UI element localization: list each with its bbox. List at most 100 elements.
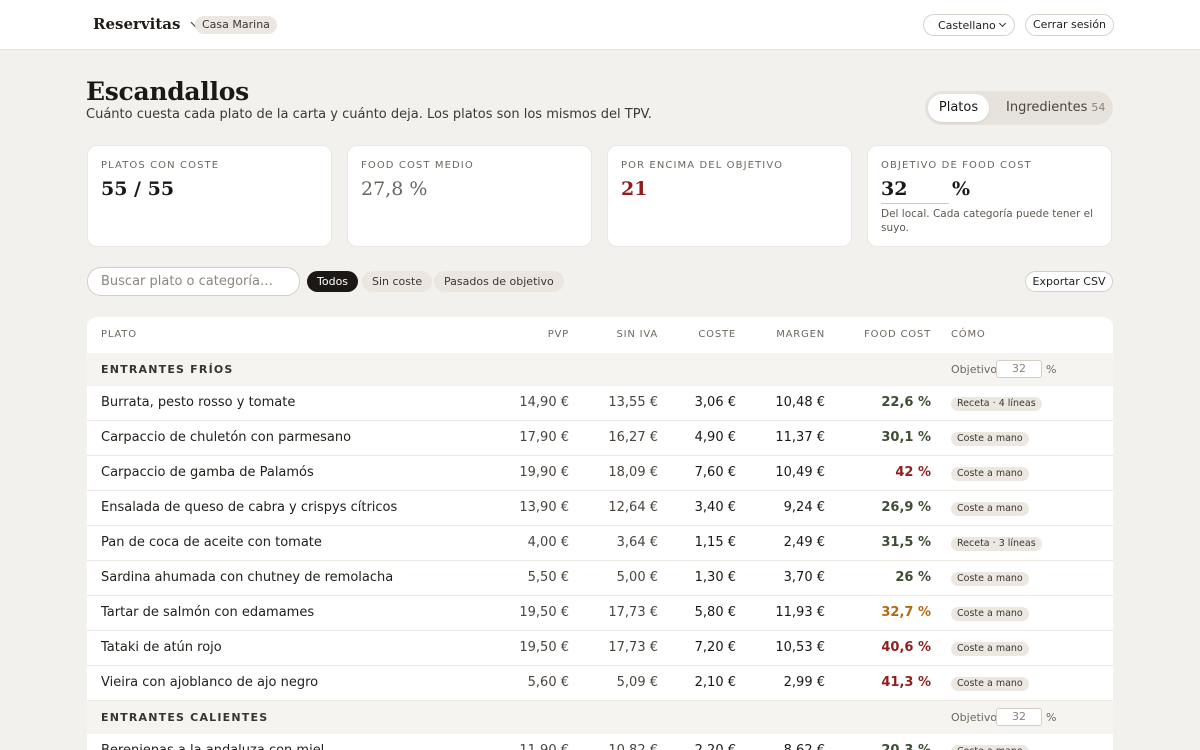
- cost-method-badge[interactable]: Coste a mano: [951, 572, 1029, 586]
- cost-method-badge[interactable]: Coste a mano: [951, 502, 1029, 516]
- col-margen[interactable]: MARGEN: [776, 329, 825, 340]
- language-value: Castellano: [938, 18, 996, 32]
- dish-food-cost: 20,3 %: [881, 743, 931, 750]
- table-row[interactable]: Berenjenas a la andaluza con miel 11,90 €…: [87, 734, 1113, 750]
- table-row[interactable]: Tartar de salmón con edamames 19,50 € 17,7…: [87, 596, 1113, 631]
- filter-chip-over-target[interactable]: Pasados de objetivo: [434, 271, 564, 292]
- filter-chip-no-cost[interactable]: Sin coste: [362, 271, 433, 292]
- dish-pvp: 4,00 €: [527, 535, 569, 550]
- category-objective-input[interactable]: 32: [996, 708, 1042, 726]
- tab-platos[interactable]: Platos: [928, 94, 989, 122]
- stat-value: 55 / 55: [101, 178, 175, 200]
- tab-ingredientes[interactable]: Ingredientes 54: [1006, 94, 1105, 122]
- objective-unit: %: [1046, 711, 1057, 724]
- dish-sin-iva: 17,73 €: [608, 605, 658, 620]
- col-pvp[interactable]: PVP: [548, 329, 569, 340]
- venue-badge: Casa Marina: [195, 16, 277, 34]
- col-como: CÓMO: [951, 329, 986, 340]
- stat-value: 27,8 %: [361, 178, 428, 200]
- dish-sin-iva: 10,82 €: [608, 743, 658, 750]
- cost-method-badge[interactable]: Coste a mano: [951, 432, 1029, 446]
- dish-margen: 2,99 €: [783, 675, 825, 690]
- objective-label: Objetivo: [951, 711, 998, 724]
- target-food-cost-input[interactable]: 32: [881, 176, 949, 204]
- language-select[interactable]: Castellano: [923, 14, 1015, 36]
- dish-margen: 8,62 €: [784, 743, 825, 750]
- stat-label: POR ENCIMA DEL OBJETIVO: [621, 160, 784, 171]
- dish-pvp: 19,50 €: [519, 605, 569, 620]
- table-row[interactable]: Sardina ahumada con chutney de remolacha…: [87, 561, 1113, 596]
- search-input[interactable]: Buscar plato o categoría…: [87, 267, 300, 296]
- export-csv-button[interactable]: Exportar CSV: [1025, 271, 1113, 292]
- dish-coste: 3,06 €: [694, 395, 736, 410]
- dish-name: Carpaccio de gamba de Palamós: [101, 465, 314, 480]
- dish-coste: 5,80 €: [694, 605, 736, 620]
- dish-pvp: 11,90 €: [519, 743, 569, 750]
- table-row[interactable]: Tataki de atún rojo 19,50 € 17,73 € 7,20 € 1…: [87, 631, 1113, 666]
- cost-method-badge[interactable]: Coste a mano: [951, 642, 1029, 656]
- dish-sin-iva: 17,73 €: [608, 640, 658, 655]
- cost-method-badge[interactable]: Coste a mano: [951, 467, 1029, 481]
- objective-unit: %: [1046, 363, 1057, 376]
- dish-pvp: 5,50 €: [527, 570, 569, 585]
- dish-food-cost: 26,9 %: [881, 500, 931, 515]
- logout-button[interactable]: Cerrar sesión: [1025, 14, 1114, 36]
- col-food-cost[interactable]: FOOD COST: [864, 329, 931, 340]
- dish-food-cost: 31,5 %: [881, 535, 931, 550]
- page-subtitle: Cuánto cuesta cada plato de la carta y c…: [86, 107, 652, 122]
- dish-name: Ensalada de queso de cabra y crispys cít…: [101, 500, 398, 515]
- dish-food-cost: 32,7 %: [881, 605, 931, 620]
- cost-method-badge[interactable]: Coste a mano: [951, 745, 1029, 750]
- dish-sin-iva: 16,27 €: [608, 430, 658, 445]
- dish-coste: 1,30 €: [694, 570, 736, 585]
- col-plato[interactable]: PLATO: [101, 329, 137, 340]
- filter-chip-all[interactable]: Todos: [307, 271, 359, 292]
- table-row[interactable]: Pan de coca de aceite con tomate 4,00 € 3,…: [87, 526, 1113, 561]
- category-row: ENTRANTES FRÍOS Objetivo 32%: [87, 353, 1113, 386]
- dish-food-cost: 42 %: [895, 465, 931, 480]
- dish-pvp: 14,90 €: [519, 395, 569, 410]
- table-row[interactable]: Burrata, pesto rosso y tomate 14,90 € 13,5…: [87, 386, 1113, 421]
- dish-margen: 10,48 €: [775, 395, 825, 410]
- cost-method-badge[interactable]: Coste a mano: [951, 607, 1029, 621]
- table-row[interactable]: Carpaccio de gamba de Palamós 19,90 € 18,0…: [87, 456, 1113, 491]
- col-sin-iva[interactable]: SIN IVA: [616, 329, 658, 340]
- table-row[interactable]: Vieira con ajoblanco de ajo negro 5,60 € 5…: [87, 666, 1113, 701]
- view-switcher: Platos Ingredientes 54: [925, 91, 1113, 125]
- dish-sin-iva: 12,64 €: [608, 500, 658, 515]
- brand-menu[interactable]: Reservitas: [93, 15, 201, 33]
- cost-method-badge[interactable]: Receta · 3 líneas: [951, 537, 1042, 551]
- dish-sin-iva: 3,64 €: [616, 535, 658, 550]
- dish-sin-iva: 5,00 €: [616, 570, 658, 585]
- col-coste[interactable]: COSTE: [698, 329, 736, 340]
- top-bar: Reservitas Casa Marina Castellano Cerrar…: [0, 0, 1200, 50]
- dish-food-cost: 40,6 %: [881, 640, 931, 655]
- category-row: ENTRANTES CALIENTES Objetivo 32%: [87, 701, 1113, 734]
- category-name: ENTRANTES FRÍOS: [101, 363, 234, 376]
- dish-pvp: 5,60 €: [527, 675, 569, 690]
- dish-coste: 7,20 €: [694, 640, 736, 655]
- dish-coste: 1,15 €: [694, 535, 736, 550]
- dish-margen: 3,70 €: [783, 570, 825, 585]
- stat-label: FOOD COST MEDIO: [361, 160, 474, 171]
- cost-method-badge[interactable]: Coste a mano: [951, 677, 1029, 691]
- brand-name: Reservitas: [93, 15, 181, 33]
- category-objective-input[interactable]: 32: [996, 360, 1042, 378]
- dish-coste: 2,10 €: [694, 675, 736, 690]
- table-row[interactable]: Ensalada de queso de cabra y crispys cít…: [87, 491, 1113, 526]
- dish-pvp: 17,90 €: [519, 430, 569, 445]
- dish-coste: 4,90 €: [694, 430, 736, 445]
- stat-card-target: OBJETIVO DE FOOD COST 32 % Del local. Ca…: [867, 145, 1112, 247]
- dish-food-cost: 41,3 %: [881, 675, 931, 690]
- dish-margen: 10,53 €: [775, 640, 825, 655]
- dish-food-cost: 26 %: [895, 570, 931, 585]
- dish-name: Tartar de salmón con edamames: [101, 605, 315, 620]
- stat-label: OBJETIVO DE FOOD COST: [881, 160, 1032, 171]
- dish-name: Pan de coca de aceite con tomate: [101, 535, 322, 550]
- dish-food-cost: 22,6 %: [881, 395, 931, 410]
- table-row[interactable]: Carpaccio de chuletón con parmesano 17,90…: [87, 421, 1113, 456]
- dish-pvp: 13,90 €: [519, 500, 569, 515]
- cost-method-badge[interactable]: Receta · 4 líneas: [951, 397, 1042, 411]
- dish-name: Carpaccio de chuletón con parmesano: [101, 430, 352, 445]
- target-note: Del local. Cada categoría puede tener el…: [881, 208, 1093, 234]
